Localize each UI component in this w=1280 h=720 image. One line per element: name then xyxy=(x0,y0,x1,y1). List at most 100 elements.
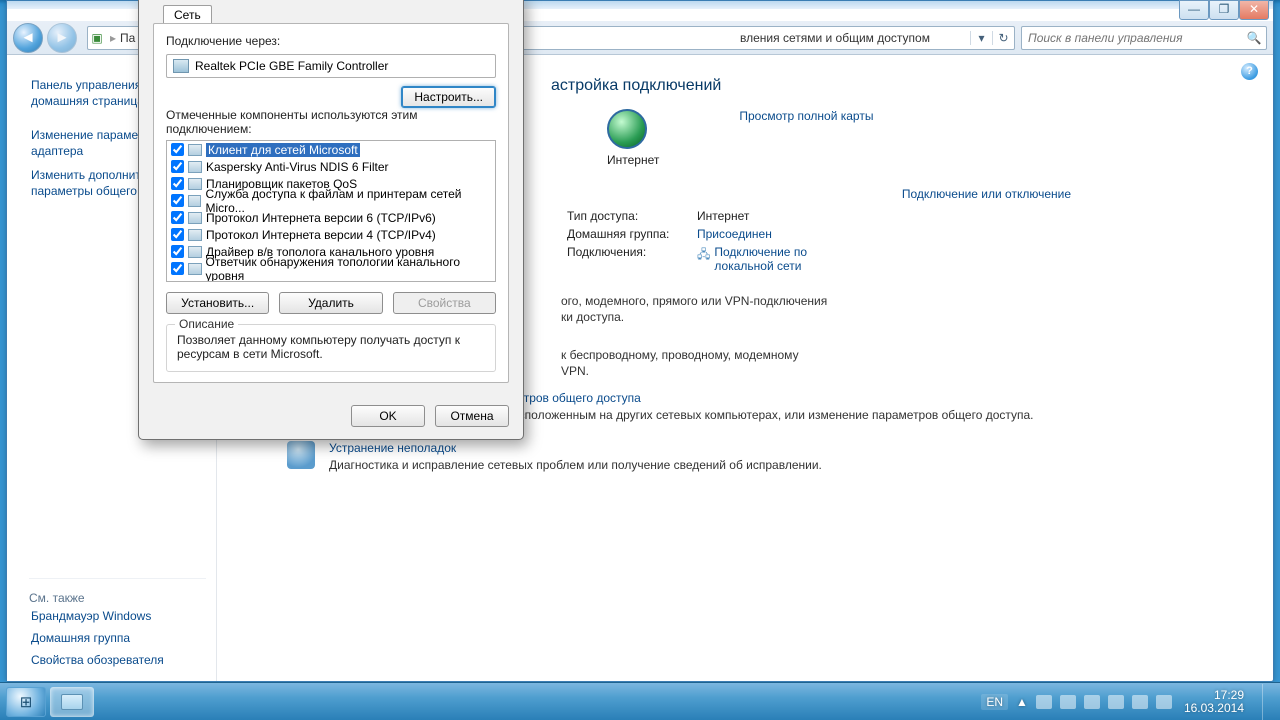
component-label: Протокол Интернета версии 4 (TCP/IPv4) xyxy=(206,228,436,242)
homegroup-key: Домашняя группа: xyxy=(567,227,697,241)
clock[interactable]: 17:29 16.03.2014 xyxy=(1180,689,1250,715)
component-label: Kaspersky Anti-Virus NDIS 6 Filter xyxy=(206,160,389,174)
body-line-3: к беспроводному, проводному, модемному xyxy=(561,347,1251,363)
component-icon xyxy=(188,144,202,156)
start-button[interactable]: ⊞ xyxy=(6,687,46,717)
access-type-value: Интернет xyxy=(697,209,749,223)
install-button[interactable]: Установить... xyxy=(166,292,269,314)
tray-chevron-up-icon[interactable]: ▲ xyxy=(1016,695,1028,709)
component-label: Протокол Интернета версии 6 (TCP/IPv6) xyxy=(206,211,436,225)
tray-app-icon[interactable] xyxy=(1156,695,1172,709)
configure-button[interactable]: Настроить... xyxy=(401,86,496,108)
maximize-button[interactable]: ❐ xyxy=(1209,0,1239,20)
component-row[interactable]: Kaspersky Anti-Virus NDIS 6 Filter xyxy=(167,158,495,175)
component-checkbox[interactable] xyxy=(171,228,184,241)
component-label: Ответчик обнаружения топологии канальног… xyxy=(206,255,491,283)
component-icon xyxy=(188,195,201,207)
component-row[interactable]: Протокол Интернета версии 4 (TCP/IPv4) xyxy=(167,226,495,243)
component-checkbox[interactable] xyxy=(171,160,184,173)
connections-key: Подключения: xyxy=(567,245,697,273)
access-type-key: Тип доступа: xyxy=(567,209,697,223)
components-label: Отмеченные компоненты используются этим … xyxy=(166,108,496,136)
view-full-map-link[interactable]: Просмотр полной карты xyxy=(739,109,873,123)
clock-time: 17:29 xyxy=(1184,689,1244,702)
connection-properties-dialog: Сеть Подключение через: Realtek PCIe GBE… xyxy=(138,0,524,440)
tray-volume-icon[interactable] xyxy=(1084,695,1100,709)
component-checkbox[interactable] xyxy=(171,262,184,275)
connect-via-label: Подключение через: xyxy=(166,34,496,48)
component-checkbox[interactable] xyxy=(171,245,184,258)
search-icon[interactable]: 🔍 xyxy=(1242,31,1266,45)
component-icon xyxy=(188,246,202,258)
globe-icon xyxy=(607,109,647,149)
internet-label: Интернет xyxy=(607,153,659,167)
body-line-1: ого, модемного, прямого или VPN-подключе… xyxy=(561,293,1251,309)
component-checkbox[interactable] xyxy=(171,211,184,224)
show-desktop-button[interactable] xyxy=(1262,684,1274,720)
tray-app-icon[interactable] xyxy=(1108,695,1124,709)
component-row[interactable]: Служба доступа к файлам и принтерам сете… xyxy=(167,192,495,209)
minimize-button[interactable]: — xyxy=(1179,0,1209,20)
back-button[interactable]: ◄ xyxy=(13,23,43,53)
task-troubleshoot-link[interactable]: Устранение неполадок xyxy=(329,441,456,455)
component-icon xyxy=(188,178,202,190)
component-checkbox[interactable] xyxy=(171,194,184,207)
sidebar-firewall[interactable]: Брандмауэр Windows xyxy=(29,605,206,627)
sidebar-homegroup[interactable]: Домашняя группа xyxy=(29,627,206,649)
body-line-4: VPN. xyxy=(561,363,1251,379)
component-icon xyxy=(188,212,202,224)
control-panel-icon: ▣ xyxy=(88,31,106,45)
search-box[interactable]: 🔍 xyxy=(1021,26,1267,50)
taskbar-app-network[interactable] xyxy=(50,687,94,717)
troubleshoot-icon xyxy=(287,441,315,469)
description-legend: Описание xyxy=(175,317,238,331)
component-icon xyxy=(188,229,202,241)
breadcrumb-dropdown-icon[interactable]: ▾ xyxy=(970,31,992,45)
component-checkbox[interactable] xyxy=(171,177,184,190)
tabstrip: Сеть xyxy=(163,5,523,24)
component-icon xyxy=(188,161,202,173)
breadcrumb-trail: вления сетями и общим доступом xyxy=(740,31,970,45)
tab-network[interactable]: Сеть xyxy=(163,5,212,24)
component-label: Клиент для сетей Microsoft xyxy=(206,143,360,157)
description-group: Описание Позволяет данному компьютеру по… xyxy=(166,324,496,372)
sidebar-ie-options[interactable]: Свойства обозревателя xyxy=(29,649,206,671)
adapter-name: Realtek PCIe GBE Family Controller xyxy=(195,59,388,73)
nic-icon xyxy=(173,59,189,73)
tray-app-icon[interactable] xyxy=(1132,695,1148,709)
search-input[interactable] xyxy=(1022,31,1242,45)
see-also-heading: См. также xyxy=(29,578,206,605)
internet-node[interactable]: Интернет xyxy=(607,109,659,167)
component-row[interactable]: Ответчик обнаружения топологии канальног… xyxy=(167,260,495,277)
body-line-2: ки доступа. xyxy=(561,309,1251,325)
lan-icon: 🖧 xyxy=(697,245,710,273)
taskbar: ⊞ EN ▲ 17:29 16.03.2014 xyxy=(0,682,1280,720)
properties-button: Свойства xyxy=(393,292,496,314)
page-title: астройка подключений xyxy=(551,77,1251,95)
active-network-status: Тип доступа:Интернет Домашняя группа:При… xyxy=(567,207,1251,275)
tray-network-icon[interactable] xyxy=(1060,695,1076,709)
tray-flag-icon[interactable] xyxy=(1036,695,1052,709)
refresh-button[interactable]: ↻ xyxy=(992,31,1014,45)
uninstall-button[interactable]: Удалить xyxy=(279,292,382,314)
window-controls: — ❐ ✕ xyxy=(1179,0,1269,20)
adapter-name-box: Realtek PCIe GBE Family Controller xyxy=(166,54,496,78)
homegroup-value-link[interactable]: Присоединен xyxy=(697,227,772,241)
connection-lan-link[interactable]: Подключение по локальной сети xyxy=(714,245,854,273)
language-indicator[interactable]: EN xyxy=(981,694,1008,710)
task-troubleshoot-desc: Диагностика и исправление сетевых пробле… xyxy=(329,458,822,473)
description-text: Позволяет данному компьютеру получать до… xyxy=(177,333,485,361)
cancel-button[interactable]: Отмена xyxy=(435,405,509,427)
component-row[interactable]: Клиент для сетей Microsoft xyxy=(167,141,495,158)
component-checkbox[interactable] xyxy=(171,143,184,156)
component-icon xyxy=(188,263,202,275)
breadcrumb-sep-icon: ▸ xyxy=(106,31,120,45)
monitor-icon xyxy=(61,694,83,710)
connect-disconnect-link[interactable]: Подключение или отключение xyxy=(902,187,1071,201)
clock-date: 16.03.2014 xyxy=(1184,702,1244,715)
close-button[interactable]: ✕ xyxy=(1239,0,1269,20)
forward-button[interactable]: ► xyxy=(47,23,77,53)
system-tray: EN ▲ 17:29 16.03.2014 xyxy=(981,684,1274,720)
ok-button[interactable]: OK xyxy=(351,405,425,427)
components-list[interactable]: Клиент для сетей Microsoft Kaspersky Ant… xyxy=(166,140,496,282)
